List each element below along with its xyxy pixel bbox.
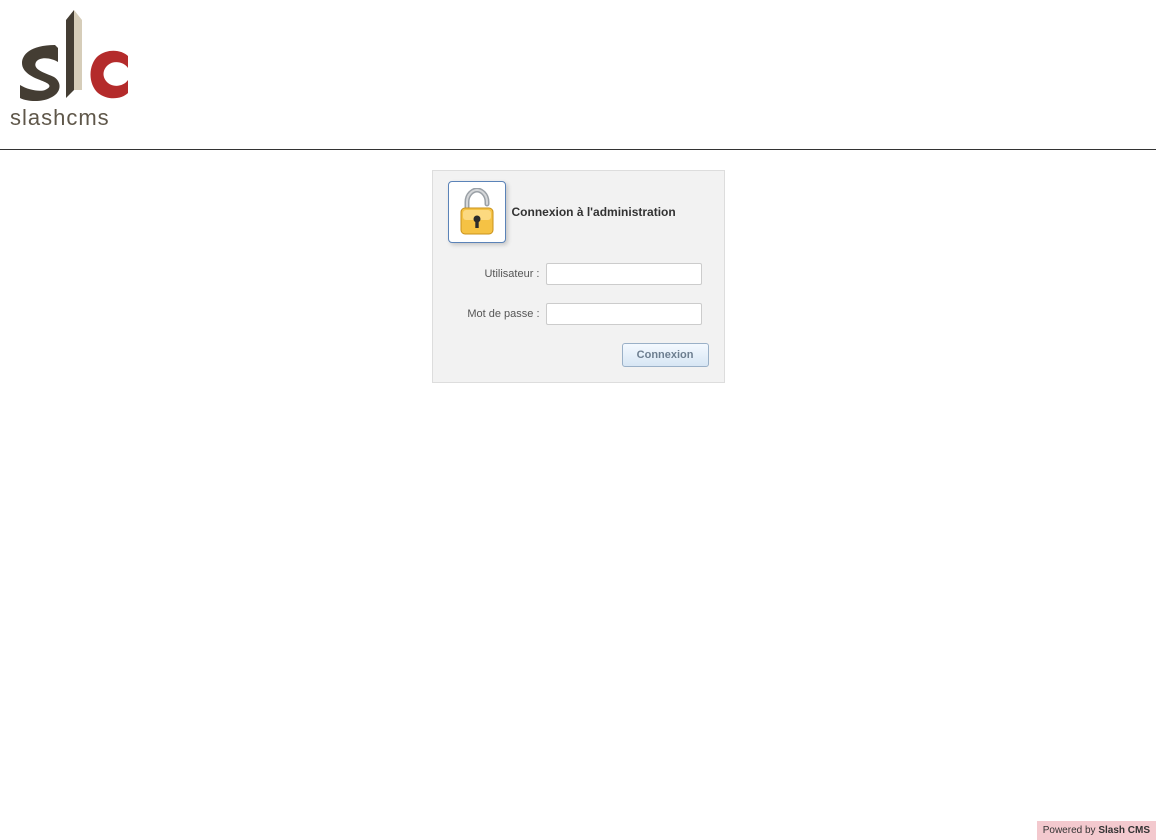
slashcms-logo-icon: slashcms — [10, 10, 140, 130]
password-label: Mot de passe : — [448, 308, 546, 320]
footer-prefix: Powered by — [1043, 825, 1099, 836]
password-input[interactable] — [546, 303, 702, 325]
lock-icon — [448, 181, 506, 243]
footer: Powered by Slash CMS — [1037, 821, 1156, 840]
login-panel: Connexion à l'administration Utilisateur… — [432, 170, 725, 383]
brand-logo: slashcms — [10, 10, 140, 130]
submit-button[interactable]: Connexion — [622, 343, 709, 367]
password-row: Mot de passe : — [448, 303, 709, 325]
user-input[interactable] — [546, 263, 702, 285]
login-title: Connexion à l'administration — [512, 205, 676, 219]
user-row: Utilisateur : — [448, 263, 709, 285]
header: slashcms — [0, 0, 1156, 150]
submit-row: Connexion — [448, 343, 709, 367]
login-header: Connexion à l'administration — [448, 181, 709, 243]
footer-brand: Slash CMS — [1098, 825, 1150, 836]
svg-text:slashcms: slashcms — [10, 105, 110, 130]
user-label: Utilisateur : — [448, 268, 546, 280]
